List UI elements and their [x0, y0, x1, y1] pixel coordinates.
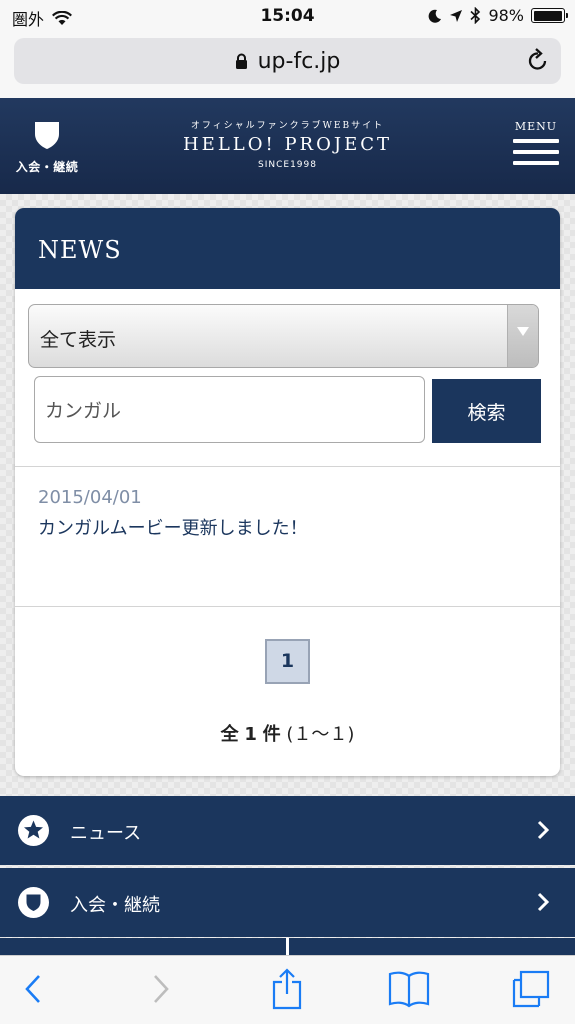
- news-card: NEWS 全て表示 検索 2015/04/01 カンガルムービー更新しました！ …: [15, 208, 560, 776]
- star-icon: [18, 815, 49, 846]
- brand-name: HELLO! PROJECT: [182, 134, 392, 155]
- browser-address-area: up-fc.jp: [0, 34, 575, 98]
- battery-icon: [531, 8, 568, 23]
- divider-bottom: [15, 606, 560, 607]
- status-right: 98%: [428, 6, 568, 25]
- shield-icon: [18, 887, 49, 918]
- total-prefix: 全: [220, 724, 239, 745]
- news-date: 2015/04/01: [38, 487, 142, 508]
- bluetooth-icon: [470, 7, 481, 24]
- search-input[interactable]: [34, 376, 425, 443]
- search-button[interactable]: 検索: [432, 379, 541, 443]
- moon-icon: [429, 9, 442, 23]
- battery-fill: [533, 10, 562, 21]
- battery-percent: 98%: [488, 6, 524, 25]
- back-icon[interactable]: [22, 972, 44, 1006]
- result-total: 全 1 件 (１～１): [15, 720, 560, 746]
- news-headline-link[interactable]: カンガルムービー更新しました！: [38, 514, 538, 540]
- nav-item-join[interactable]: 入会・継続: [0, 868, 575, 937]
- bookmarks-icon[interactable]: [388, 970, 430, 1008]
- total-range: (１～１): [286, 724, 355, 745]
- category-select[interactable]: 全て表示: [28, 304, 539, 368]
- hamburger-icon: [513, 139, 559, 165]
- menu-button[interactable]: MENU: [513, 120, 559, 172]
- address-bar[interactable]: up-fc.jp: [14, 38, 561, 84]
- menu-label: MENU: [514, 120, 558, 133]
- nav-label-join: 入会・継続: [70, 895, 160, 916]
- address-center: up-fc.jp: [14, 49, 561, 74]
- news-header: NEWS: [15, 208, 560, 289]
- browser-toolbar: [0, 955, 575, 1024]
- site-header: 入会・継続 オフィシャルファンクラブWEBサイト HELLO! PROJECT …: [0, 98, 575, 194]
- share-icon[interactable]: [272, 968, 302, 1010]
- page-button-1[interactable]: 1: [265, 639, 310, 684]
- reload-icon[interactable]: [527, 48, 549, 72]
- nav-label-news: ニュース: [70, 823, 142, 844]
- site-logo[interactable]: オフィシャルファンクラブWEBサイト HELLO! PROJECT SINCE1…: [0, 118, 575, 170]
- news-list-item[interactable]: 2015/04/01 カンガルムービー更新しました！: [38, 487, 538, 540]
- location-arrow-icon: [450, 9, 463, 22]
- lock-icon: [235, 53, 247, 69]
- tabs-icon[interactable]: [511, 970, 551, 1008]
- chevron-right-icon: [537, 820, 549, 840]
- brand-since: SINCE1998: [258, 160, 317, 170]
- news-title: NEWS: [38, 236, 122, 264]
- triangle-down-icon: [507, 305, 538, 367]
- url-text[interactable]: up-fc.jp: [258, 49, 341, 74]
- chevron-right-icon: [537, 892, 549, 912]
- divider-top: [15, 466, 560, 467]
- brand-kana: オフィシャルファンクラブWEBサイト: [190, 121, 385, 131]
- status-bar: 圏外 15:04 98%: [0, 0, 575, 34]
- total-suffix: 件: [262, 724, 281, 745]
- total-count: 1: [244, 724, 257, 745]
- nav-item-news[interactable]: ニュース: [0, 796, 575, 865]
- category-select-value: 全て表示: [40, 329, 117, 351]
- forward-icon[interactable]: [150, 972, 172, 1006]
